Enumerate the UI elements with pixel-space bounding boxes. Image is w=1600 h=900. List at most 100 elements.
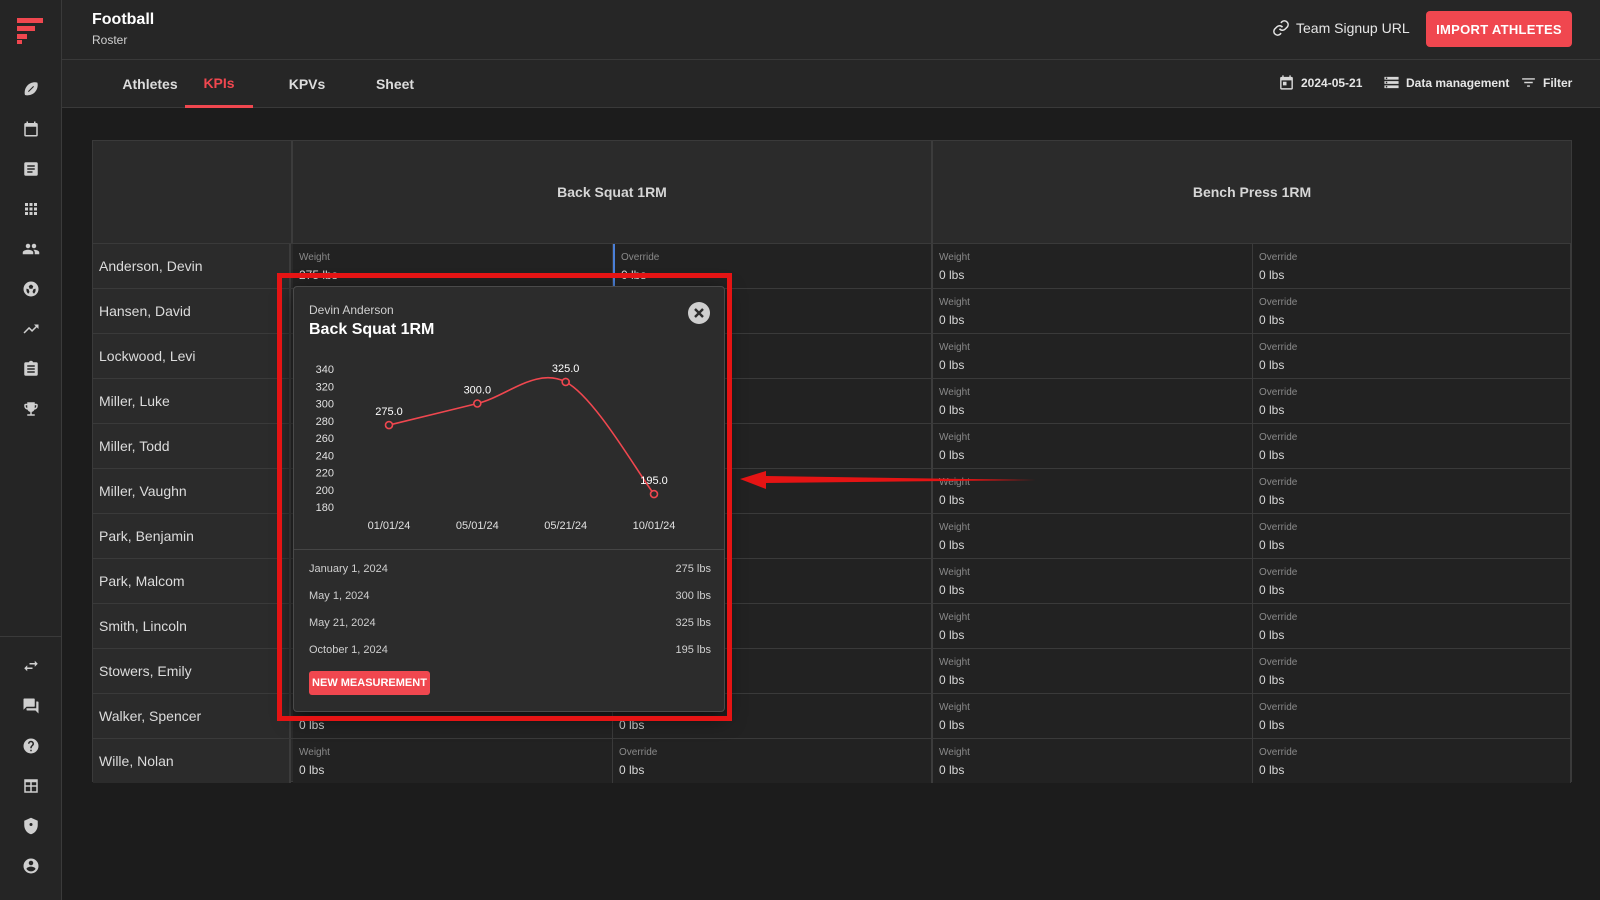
y-tick-label: 220 xyxy=(316,468,334,480)
trending-up-icon[interactable] xyxy=(18,316,44,342)
override-cell[interactable]: Override 0 lbs xyxy=(1253,424,1571,468)
apps-grid-icon[interactable] xyxy=(18,196,44,222)
sidebar xyxy=(0,0,62,900)
cell-value: 0 lbs xyxy=(939,538,965,552)
weight-cell[interactable]: Weight 0 lbs xyxy=(933,424,1253,468)
override-cell[interactable]: Override 0 lbs xyxy=(1253,694,1571,738)
security-shield-icon[interactable] xyxy=(18,813,44,839)
cell-label: Override xyxy=(1259,432,1298,443)
weight-cell[interactable]: Weight 0 lbs xyxy=(933,739,1253,783)
cell-value: 0 lbs xyxy=(1259,448,1285,462)
history-row[interactable]: May 1, 2024 300 lbs xyxy=(309,586,711,608)
override-cell[interactable]: Override 0 lbs xyxy=(1253,244,1571,288)
trophy-icon[interactable] xyxy=(18,396,44,422)
athlete-name[interactable]: Smith, Lincoln xyxy=(93,604,291,648)
override-cell[interactable]: Override 0 lbs xyxy=(1253,604,1571,648)
athlete-name[interactable]: Miller, Todd xyxy=(93,424,291,468)
athlete-name[interactable]: Lockwood, Levi xyxy=(93,334,291,378)
kpi-history-popup: Devin Anderson Back Squat 1RM 180 200 220 2… xyxy=(293,286,725,712)
override-cell[interactable]: Override 0 lbs xyxy=(613,739,933,783)
athlete-name[interactable]: Miller, Luke xyxy=(93,379,291,423)
brand-logo-icon[interactable] xyxy=(15,16,45,46)
weight-cell[interactable]: Weight 0 lbs xyxy=(933,604,1253,648)
weight-cell[interactable]: Weight 0 lbs xyxy=(933,379,1253,423)
athlete-name[interactable]: Miller, Vaughn xyxy=(93,469,291,513)
weight-cell[interactable]: Weight 0 lbs xyxy=(933,559,1253,603)
data-label: 275.0 xyxy=(375,406,403,418)
override-cell[interactable]: Override 0 lbs xyxy=(1253,739,1571,783)
popup-divider xyxy=(294,549,724,550)
help-icon[interactable] xyxy=(18,733,44,759)
cell-label: Weight xyxy=(939,522,970,533)
team-signup-link[interactable]: Team Signup URL xyxy=(1272,19,1410,37)
athlete-name[interactable]: Park, Benjamin xyxy=(93,514,291,558)
history-date: October 1, 2024 xyxy=(309,644,388,656)
athlete-header-cell xyxy=(93,141,293,243)
kpi-header-back-squat[interactable]: Back Squat 1RM xyxy=(293,141,933,243)
override-cell[interactable]: Override 0 lbs xyxy=(1253,649,1571,693)
weight-cell[interactable]: Weight 0 lbs xyxy=(933,469,1253,513)
cell-value: 0 lbs xyxy=(939,313,965,327)
tab-kpis[interactable]: KPIs xyxy=(185,60,253,108)
data-management-button[interactable]: Data management xyxy=(1383,74,1509,91)
account-icon[interactable] xyxy=(18,853,44,879)
data-point[interactable] xyxy=(649,489,659,499)
clipboard-icon[interactable] xyxy=(18,356,44,382)
weight-cell[interactable]: Weight 0 lbs xyxy=(933,244,1253,288)
cell-label: Weight xyxy=(939,432,970,443)
history-row[interactable]: October 1, 2024 195 lbs xyxy=(309,640,711,662)
weight-cell[interactable]: Weight 0 lbs xyxy=(933,694,1253,738)
popup-athlete-name: Devin Anderson xyxy=(309,303,394,317)
history-row[interactable]: May 21, 2024 325 lbs xyxy=(309,613,711,635)
table-icon[interactable] xyxy=(18,773,44,799)
tab-kpvs[interactable]: KPVs xyxy=(262,60,352,108)
close-icon[interactable] xyxy=(688,302,710,324)
override-cell[interactable]: Override 0 lbs xyxy=(1253,514,1571,558)
football-icon[interactable] xyxy=(18,76,44,102)
cell-value: 0 lbs xyxy=(1259,358,1285,372)
weight-cell[interactable]: Weight 0 lbs xyxy=(933,289,1253,333)
data-label: 300.0 xyxy=(464,385,492,397)
override-cell[interactable]: Override 0 lbs xyxy=(1253,559,1571,603)
data-point[interactable] xyxy=(473,399,482,408)
weight-cell[interactable]: Weight 0 lbs xyxy=(293,739,613,783)
notes-icon[interactable] xyxy=(18,156,44,182)
tab-sheet[interactable]: Sheet xyxy=(350,60,440,108)
chat-icon[interactable] xyxy=(18,693,44,719)
swap-icon[interactable] xyxy=(18,653,44,679)
override-cell[interactable]: Override 0 lbs xyxy=(1253,289,1571,333)
override-cell[interactable]: Override 0 lbs xyxy=(613,244,933,288)
athlete-name[interactable]: Anderson, Devin xyxy=(93,244,291,288)
filter-button[interactable]: Filter xyxy=(1520,74,1572,91)
override-cell[interactable]: Override 0 lbs xyxy=(1253,379,1571,423)
cell-value: 0 lbs xyxy=(1259,763,1285,777)
weight-cell[interactable]: Weight 0 lbs xyxy=(933,649,1253,693)
new-measurement-button[interactable]: NEW MEASUREMENT xyxy=(309,671,430,695)
athlete-name[interactable]: Park, Malcom xyxy=(93,559,291,603)
cell-label: Weight xyxy=(939,702,970,713)
override-cell[interactable]: Override 0 lbs xyxy=(1253,469,1571,513)
history-date: May 1, 2024 xyxy=(309,590,370,602)
import-athletes-button[interactable]: IMPORT ATHLETES xyxy=(1426,11,1572,47)
weight-cell[interactable]: Weight 0 lbs xyxy=(933,334,1253,378)
data-point[interactable] xyxy=(561,377,570,387)
athlete-name[interactable]: Stowers, Emily xyxy=(93,649,291,693)
data-point[interactable] xyxy=(384,420,394,430)
kpi-header-bench-press[interactable]: Bench Press 1RM xyxy=(933,141,1571,243)
cell-value: 0 lbs xyxy=(939,628,965,642)
history-row[interactable]: January 1, 2024 275 lbs xyxy=(309,559,711,581)
popup-kpi-title: Back Squat 1RM xyxy=(309,321,435,338)
athlete-name[interactable]: Wille, Nolan xyxy=(93,739,291,783)
y-tick-label: 300 xyxy=(316,399,334,411)
calendar-icon[interactable] xyxy=(18,116,44,142)
x-tick-label: 10/01/24 xyxy=(633,520,676,532)
people-icon[interactable] xyxy=(18,236,44,262)
y-tick-label: 340 xyxy=(316,364,334,376)
weight-cell[interactable]: Weight 275 lbs xyxy=(293,244,613,288)
weight-cell[interactable]: Weight 0 lbs xyxy=(933,514,1253,558)
override-cell[interactable]: Override 0 lbs xyxy=(1253,334,1571,378)
soccer-ball-icon[interactable] xyxy=(18,276,44,302)
date-picker[interactable]: 2024-05-21 xyxy=(1278,74,1362,91)
athlete-name[interactable]: Walker, Spencer xyxy=(93,694,291,738)
athlete-name[interactable]: Hansen, David xyxy=(93,289,291,333)
